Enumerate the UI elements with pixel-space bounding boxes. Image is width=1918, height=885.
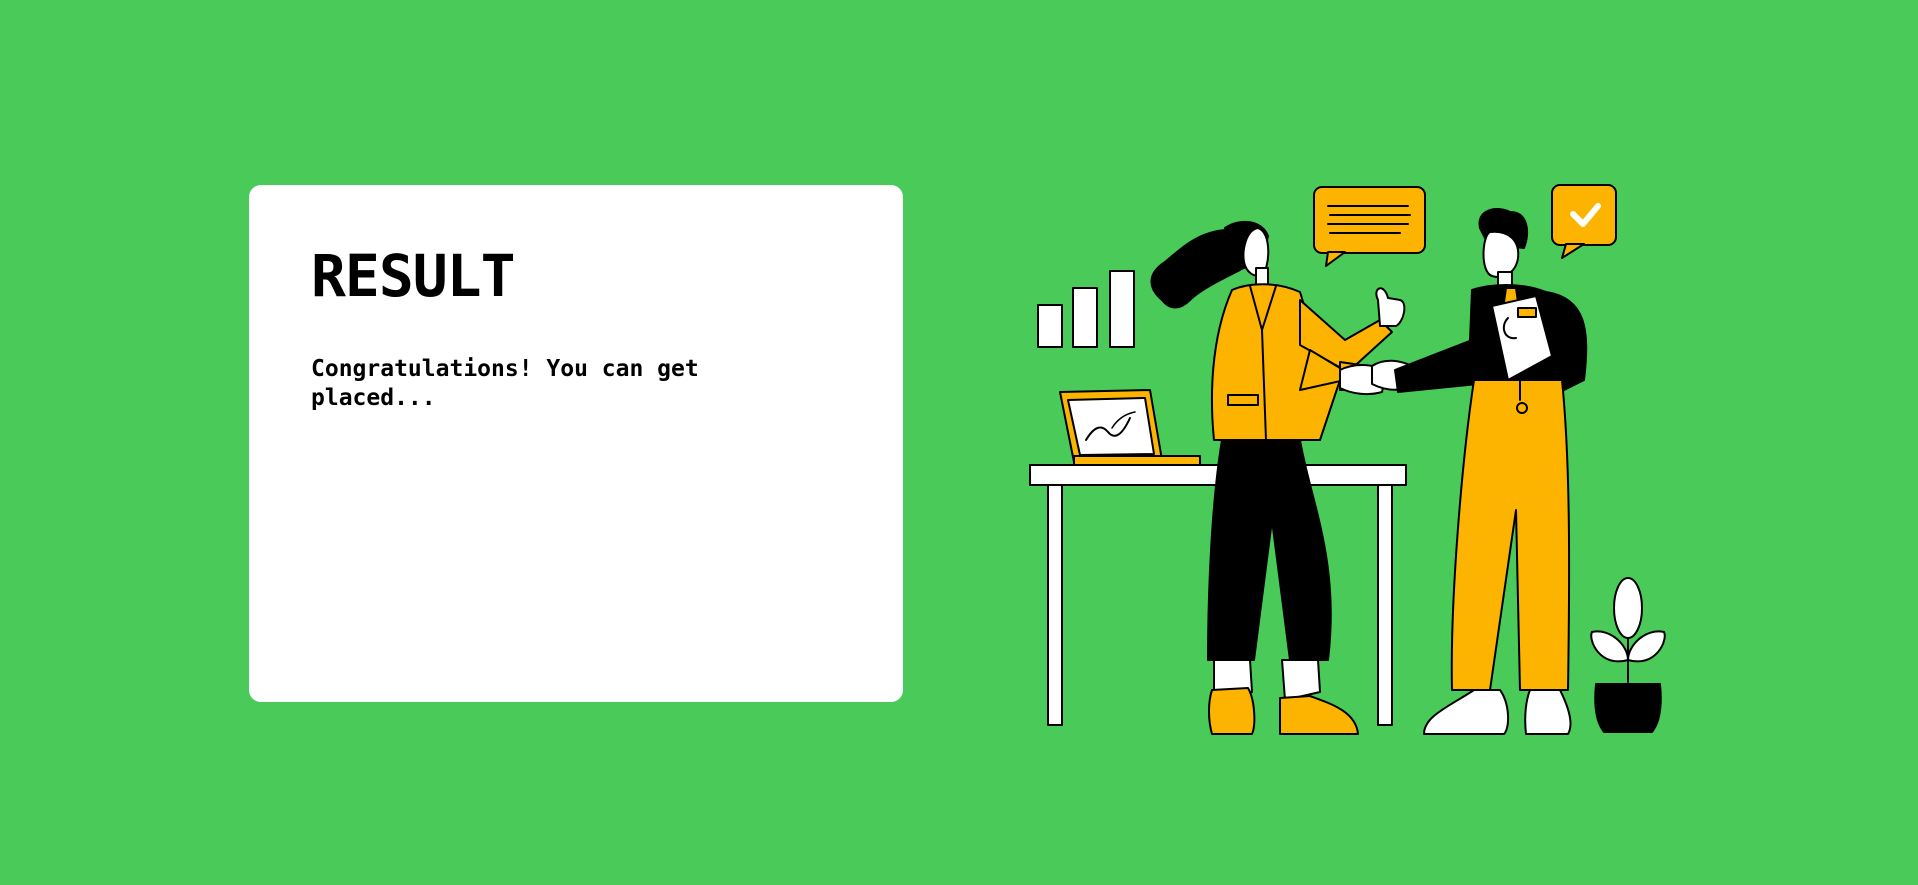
check-bubble-icon — [1551, 184, 1617, 259]
handshake-illustration — [1029, 184, 1666, 735]
result-title: RESULT — [311, 242, 516, 310]
result-card: RESULT Congratulations! You can get plac… — [249, 185, 903, 702]
laptop-icon — [1059, 389, 1201, 466]
result-message: Congratulations! You can get placed... — [311, 356, 699, 411]
message-bubble-icon — [1313, 186, 1426, 267]
plant-icon — [1590, 577, 1666, 733]
man-figure — [1394, 208, 1588, 735]
bar-chart-icon — [1037, 270, 1135, 348]
